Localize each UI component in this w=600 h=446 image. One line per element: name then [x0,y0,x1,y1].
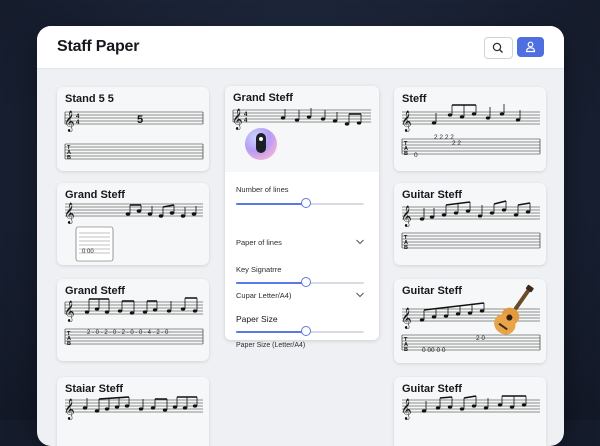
staff-preview: 𝄞 [64,396,203,420]
user-icon [525,41,536,53]
search-icon [492,42,503,53]
number-of-lines-label: Number of lines [236,185,289,194]
tab-digits: 0 00 [82,249,94,255]
chevron-down-icon [356,292,364,298]
svg-text:𝄞: 𝄞 [401,111,412,132]
staff-preview: 𝄞 TAB 2 2 2 2 2 2 0 [401,104,541,159]
measure-number: 5 [137,114,143,126]
staff-card-guitar-3[interactable]: Guitar Steff 𝄞 [394,377,546,446]
svg-text:B: B [404,151,408,157]
panel-preview: Grand Steff 𝄞 44 [225,86,379,172]
svg-text:𝄞: 𝄞 [401,308,412,329]
svg-text:𝄞: 𝄞 [401,399,412,420]
svg-text:𝄞: 𝄞 [64,399,75,420]
tab-digits: 0 00 0 0 [422,347,446,354]
treble-clef-icon: 𝄞 [64,111,75,132]
staff-card-stand[interactable]: Stand 5 5 𝄞 44 5 TAB [57,87,209,171]
staff-preview: 𝄞 44 5 TAB [64,111,204,161]
svg-text:𝄞: 𝄞 [64,301,75,322]
svg-text:B: B [67,341,71,347]
staff-card-grand-2[interactable]: Grand Steff 𝄞 TAB 2 - 0 - 2 - 0 - 2 - 0 … [57,279,209,361]
guitar-icon [494,284,534,335]
tab-digits: 2 0 [476,335,485,342]
key-signature-label: Key Signatrre [236,265,282,274]
paper-settings-panel: Grand Steff 𝄞 44 Number of lines Paper o… [225,86,379,349]
staff-card-guitar-2[interactable]: Guitar Steff 𝄞 TAB 2 0 0 00 0 0 [394,279,546,363]
svg-text:𝄞: 𝄞 [401,206,412,227]
staff-card-grand-1[interactable]: Grand Steff 𝄞 0 00 [57,183,209,265]
svg-text:B: B [67,155,71,161]
paper-of-lines-dropdown[interactable]: Paper of lines [236,237,364,249]
user-button[interactable] [517,37,544,57]
staff-preview: 𝄞 TAB 2 - 0 - 2 - 0 - 2 - 0 - 0 - 4 - 2 … [64,297,204,347]
staff-preview: 𝄞 44 [232,108,371,130]
chevron-down-icon [356,239,364,245]
staff-preview: 𝄞 TAB 2 0 0 00 0 0 [401,284,541,354]
staff-card-staiar[interactable]: Staiar Steff 𝄞 [57,377,209,446]
app-window: Staff Paper Stand 5 5 𝄞 44 5 TAB Grand S… [37,26,564,446]
key-signature-slider[interactable] [236,277,364,289]
svg-text:B: B [404,347,408,353]
dropdown-label: Paper of lines [236,238,282,247]
paper-letter-dropdown[interactable]: Cupar Letter/A4) [236,290,364,302]
svg-text:B: B [404,245,408,251]
staff-card-steff[interactable]: Steff 𝄞 TAB 2 2 2 2 2 2 0 [394,87,546,171]
tab-digits: 2 - 0 - 2 - 0 - 2 - 0 - 0 - 4 - 2 - 0 [87,330,169,336]
tab-digits: 2 2 [452,140,461,147]
number-of-lines-slider[interactable] [236,198,364,210]
app-title: Staff Paper [57,38,140,55]
app-header: Staff Paper [37,26,564,69]
microphone-icon[interactable] [245,128,277,160]
paper-size-label: Paper Size [236,314,278,324]
paper-size-value: Paper Size (Letter/A4) [236,342,306,349]
staff-card-guitar-1[interactable]: Guitar Steff 𝄞 TAB [394,183,546,265]
dropdown-label: Cupar Letter/A4) [236,291,292,300]
staff-preview: 𝄞 TAB [401,200,541,251]
svg-text:𝄞: 𝄞 [64,203,75,224]
tab-digits: 0 [414,152,418,159]
search-button[interactable] [484,37,513,59]
staff-preview: 𝄞 [401,395,540,420]
staff-preview: 𝄞 0 00 [64,203,203,262]
paper-size-slider[interactable] [236,326,364,338]
svg-text:𝄞: 𝄞 [232,109,243,130]
